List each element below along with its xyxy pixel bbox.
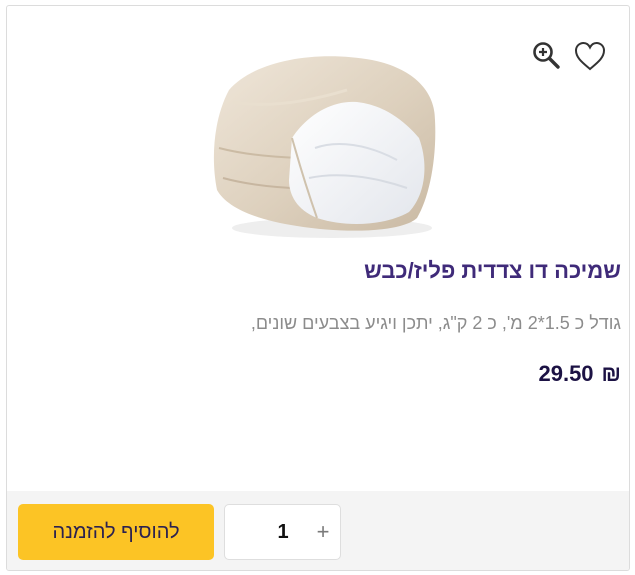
product-card: שמיכה דו צדדית פליז/כבש גודל כ 1.5*2 מ',… (6, 5, 630, 571)
quantity-plus-button[interactable]: + (309, 505, 337, 559)
product-price: 29.50 ₪ (538, 361, 621, 387)
product-image[interactable] (197, 20, 447, 260)
zoom-button[interactable] (531, 40, 561, 70)
heart-icon (574, 41, 606, 71)
price-value: 29.50 (538, 361, 594, 386)
product-title[interactable]: שמיכה דו צדדית פליז/כבש (364, 258, 621, 284)
card-footer: להוסיף להזמנה 1 + (7, 491, 629, 570)
wishlist-button[interactable] (573, 40, 607, 72)
add-to-order-button[interactable]: להוסיף להזמנה (18, 504, 214, 560)
product-description: גודל כ 1.5*2 מ', כ 2 ק"ג, יתכן ויגיע בצב… (250, 313, 621, 333)
blanket-image (213, 56, 436, 238)
quantity-stepper: 1 + (224, 504, 341, 560)
zoom-in-icon (533, 42, 560, 69)
currency-symbol: ₪ (601, 361, 621, 386)
quantity-input[interactable]: 1 (261, 505, 305, 559)
